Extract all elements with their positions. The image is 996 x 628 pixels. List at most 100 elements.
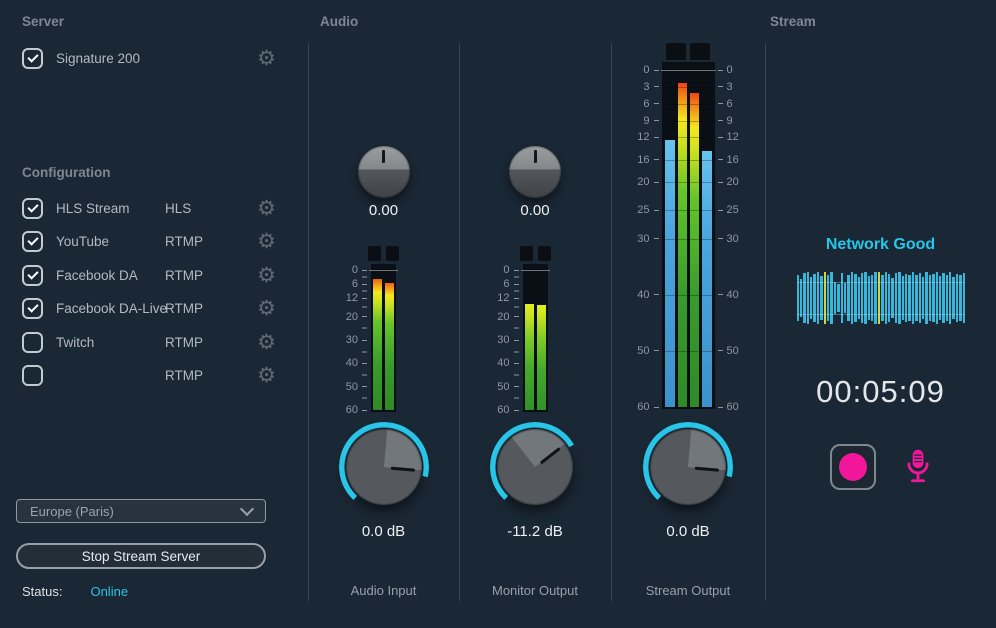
channel-stream-output: 0033669912121616202025253030404050506060…	[611, 0, 765, 628]
record-button[interactable]	[830, 444, 876, 490]
meter-tick: 6	[643, 98, 658, 110]
gear-icon[interactable]: ⚙	[257, 298, 276, 319]
meter-tick: 3	[643, 81, 658, 93]
meter-zero-line	[369, 270, 398, 271]
meter-tick: 12	[637, 131, 658, 143]
gear-icon[interactable]: ⚙	[257, 265, 276, 286]
gear-icon[interactable]: ⚙	[257, 198, 276, 219]
meter-minor-tick	[362, 328, 367, 329]
waveform-bar	[942, 273, 944, 322]
waveform-bar	[803, 273, 805, 322]
meter-tick: 0	[643, 64, 658, 76]
config-label: Facebook DA-Live	[56, 301, 167, 316]
server-checkbox[interactable]	[22, 48, 43, 69]
waveform-bar	[864, 272, 866, 324]
meter-fill	[665, 137, 675, 407]
config-checkbox-facebook-da[interactable]	[22, 265, 43, 286]
meter-tick: 0	[352, 264, 367, 276]
meter-tick: 0	[718, 64, 733, 76]
meter-fill	[702, 148, 712, 407]
meter-gridline	[665, 182, 712, 183]
meter-tick: 40	[346, 357, 367, 369]
meter-tick: 20	[718, 176, 739, 188]
meter-fill	[525, 301, 534, 410]
stream-output-volume-knob[interactable]	[650, 429, 726, 505]
meter-minor-tick	[514, 307, 519, 308]
audio-input-gain-knob[interactable]	[358, 146, 410, 198]
meter-tick: 20	[346, 311, 367, 323]
waveform-bar	[956, 274, 958, 322]
meter-tick: 60	[718, 401, 739, 413]
waveform-gridline	[797, 314, 965, 315]
meter-tick: 3	[718, 81, 733, 93]
region-select[interactable]: Europe (Paris)	[16, 499, 266, 523]
stop-stream-server-button[interactable]: Stop Stream Server	[16, 543, 266, 569]
meter-tick: 40	[497, 357, 518, 369]
meter-tick: 25	[637, 204, 658, 216]
gear-icon[interactable]: ⚙	[257, 231, 276, 252]
waveform-bar	[888, 274, 890, 322]
waveform-bar	[813, 274, 815, 322]
meter-tick: 60	[497, 404, 518, 416]
meter-gridline	[665, 351, 712, 352]
config-checkbox-twitch[interactable]	[22, 332, 43, 353]
server-config-panel: Server Signature 200 ⚙ Configuration HLS…	[0, 0, 300, 628]
config-row-facebook-da: Facebook DARTMP⚙	[22, 262, 276, 288]
meter-tick: 60	[637, 401, 658, 413]
meter-tick: 30	[637, 233, 658, 245]
waveform-bar	[861, 273, 863, 323]
server-gear-icon[interactable]: ⚙	[257, 48, 276, 69]
channel-name-label: Audio Input	[308, 583, 459, 598]
meter-gridline	[665, 87, 712, 88]
status-value: Online	[90, 584, 128, 599]
knob-pointer	[358, 146, 410, 198]
gear-icon[interactable]: ⚙	[257, 332, 276, 353]
monitor-output-volume-knob[interactable]	[497, 429, 573, 505]
config-row-youtube: YouTubeRTMP⚙	[22, 229, 276, 255]
config-checkbox-youtube[interactable]	[22, 231, 43, 252]
meter-tick: 9	[643, 115, 658, 127]
status-row: Status:Online	[22, 584, 128, 599]
waveform-bar	[858, 277, 860, 319]
config-checkbox-facebook-da-live[interactable]	[22, 298, 43, 319]
meter-minor-tick	[514, 291, 519, 292]
audio-input-volume-knob[interactable]	[346, 429, 422, 505]
config-protocol: HLS	[165, 201, 191, 216]
waveform-bar	[844, 283, 846, 313]
monitor-output-gain-knob[interactable]	[509, 146, 561, 198]
knob-pointer	[509, 146, 561, 198]
config-checkbox-hls-stream[interactable]	[22, 198, 43, 219]
waveform-bar	[932, 274, 934, 322]
server-row: Signature 200 ⚙	[22, 45, 276, 71]
meter-gridline	[665, 239, 712, 240]
meter-tick: 50	[346, 381, 367, 393]
waveform-bar	[895, 273, 897, 322]
meter-gridline	[665, 210, 712, 211]
gear-icon[interactable]: ⚙	[257, 365, 276, 386]
meter-fill	[537, 302, 546, 410]
waveform-bar	[891, 278, 893, 319]
config-label: YouTube	[56, 234, 109, 249]
config-protocol: RTMP	[165, 268, 203, 283]
meter-fill	[385, 280, 394, 410]
meter-fill	[373, 276, 382, 410]
record-icon	[839, 453, 867, 481]
channel-name-label: Stream Output	[611, 583, 765, 598]
stream-controls	[765, 442, 996, 492]
config-checkbox-empty[interactable]	[22, 365, 43, 386]
meter-bar	[537, 270, 546, 410]
clip-indicators	[520, 246, 551, 261]
meter-minor-tick	[362, 307, 367, 308]
meter-gridline	[665, 104, 712, 105]
monitor-output-volume-value: -11.2 dB	[459, 523, 611, 540]
meter-tick: 16	[637, 154, 658, 166]
channel-audio-input: 0.00 06122030405060 0.0 dB Audio Input	[308, 0, 459, 628]
config-label: Twitch	[56, 335, 94, 350]
meter-tick: 60	[346, 404, 367, 416]
meter-minor-tick	[362, 277, 367, 278]
microphone-button[interactable]	[904, 442, 932, 492]
meter-tick: 12	[346, 292, 367, 304]
meter-bar	[373, 270, 382, 410]
meter-tick: 6	[503, 278, 518, 290]
waveform-bar	[824, 272, 826, 324]
